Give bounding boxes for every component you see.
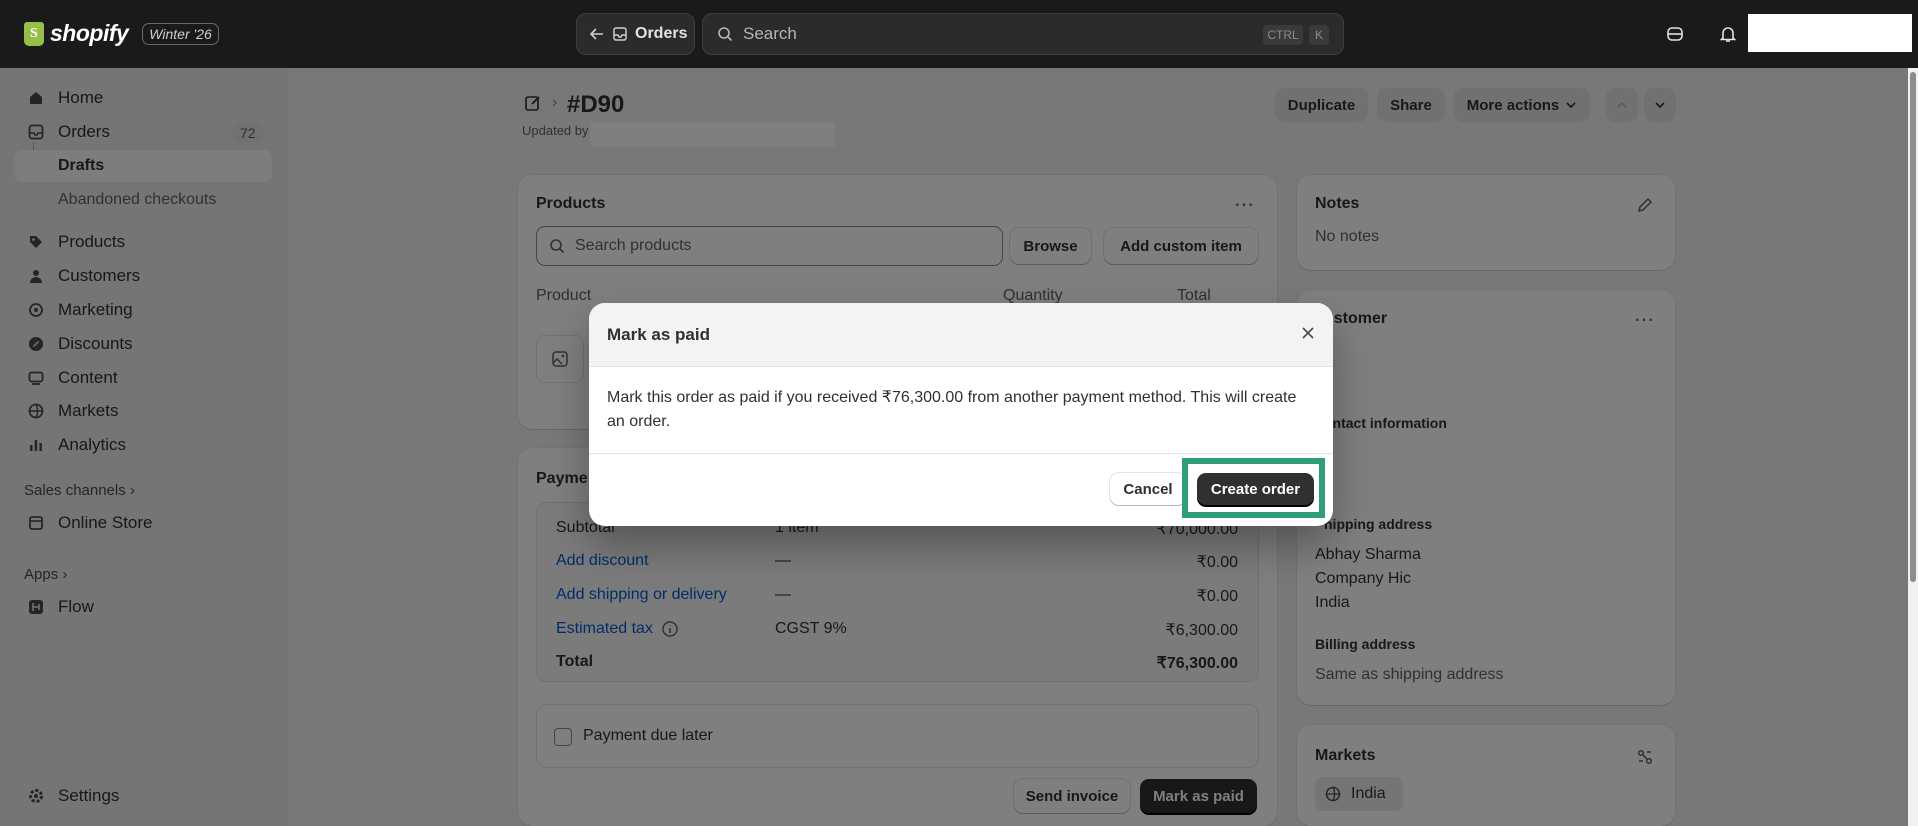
cancel-label: Cancel <box>1123 480 1173 498</box>
orders-inbox-icon <box>612 26 628 42</box>
shopify-logo[interactable]: shopify Winter '26 <box>24 20 219 47</box>
bell-icon[interactable] <box>1716 22 1740 46</box>
modal-body: Mark this order as paid if you received … <box>607 386 1307 434</box>
shortcut-ctrl: CTRL <box>1263 25 1303 45</box>
back-label: Orders <box>635 25 688 42</box>
search-placeholder: Search <box>743 24 797 43</box>
cancel-button[interactable]: Cancel <box>1110 473 1186 505</box>
close-icon[interactable] <box>1300 325 1316 341</box>
modal-header: Mark as paid <box>589 303 1333 367</box>
arrow-left-icon <box>589 26 605 42</box>
edition-badge: Winter '26 <box>142 22 219 45</box>
search-icon <box>717 26 733 42</box>
top-bar: shopify Winter '26 Orders Search CTRL K <box>0 0 1918 68</box>
modal-title: Mark as paid <box>607 325 710 344</box>
brand-name: shopify <box>50 20 129 46</box>
shortcut-k: K <box>1309 25 1329 45</box>
scrollbar-thumb[interactable] <box>1910 72 1916 582</box>
modal-divider <box>589 453 1333 454</box>
account-menu[interactable] <box>1748 14 1912 52</box>
modal-body-text: Mark this order as paid if you received … <box>607 389 1297 430</box>
shopify-bag-icon <box>24 21 44 46</box>
sidekick-icon[interactable] <box>1663 22 1687 46</box>
highlight-box <box>1182 458 1325 518</box>
global-search-input[interactable]: Search CTRL K <box>702 13 1344 55</box>
back-to-orders-button[interactable]: Orders <box>576 13 695 55</box>
